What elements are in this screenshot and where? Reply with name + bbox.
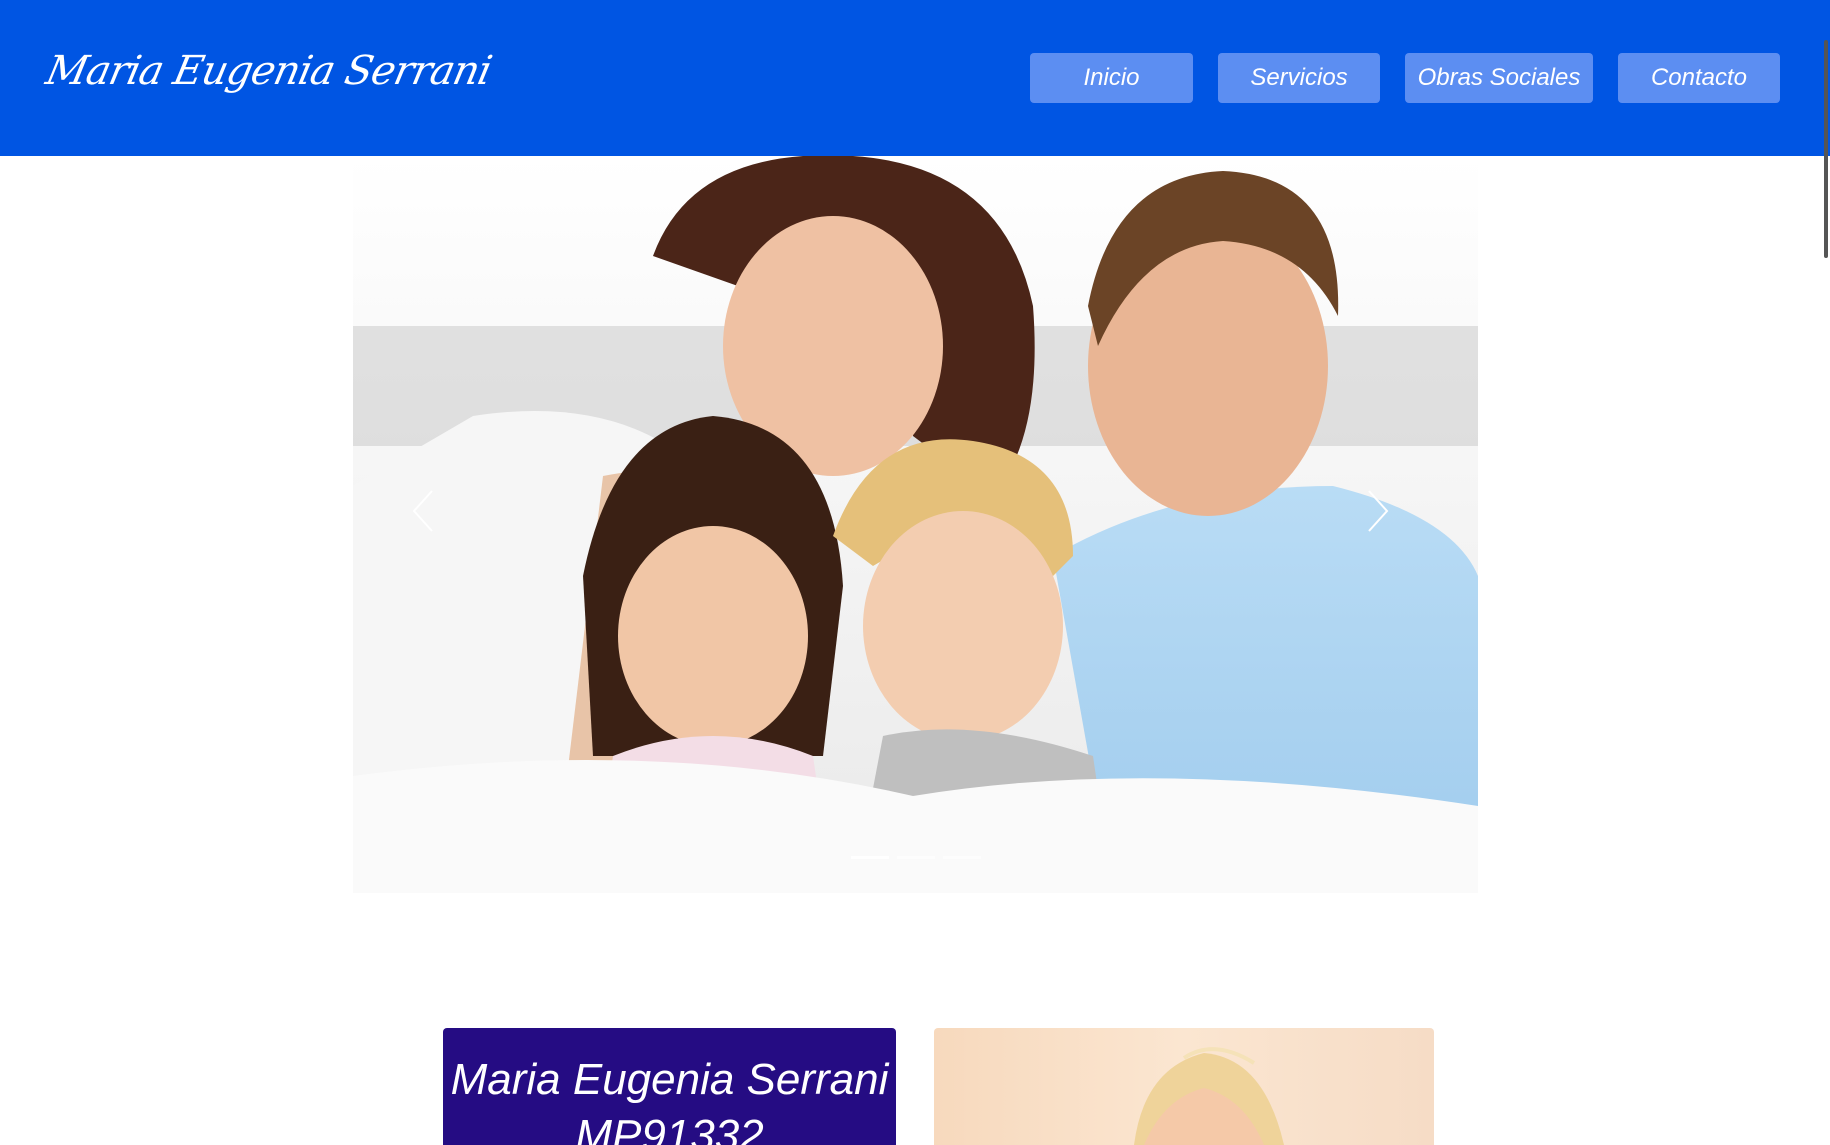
nav-contacto-button[interactable]: Contacto xyxy=(1618,53,1780,103)
profile-name-card: Maria Eugenia Serrani MP91332 xyxy=(443,1028,896,1145)
carousel-indicators xyxy=(353,856,1478,862)
page-scrollbar[interactable] xyxy=(1820,0,1830,1145)
chevron-left-icon xyxy=(412,490,433,532)
chevron-right-icon xyxy=(1368,490,1389,532)
nav-inicio-button[interactable]: Inicio xyxy=(1030,53,1193,103)
family-photo xyxy=(353,156,1478,893)
carousel-prev-button[interactable] xyxy=(408,486,468,566)
scrollbar-thumb[interactable] xyxy=(1824,40,1828,258)
doctor-photo-image xyxy=(1134,1047,1284,1145)
doctor-photo xyxy=(934,1028,1434,1145)
profile-name: Maria Eugenia Serrani xyxy=(450,1055,889,1104)
carousel-next-button[interactable] xyxy=(1363,486,1423,566)
site-logo[interactable]: Maria Eugenia Serrani xyxy=(42,48,495,94)
carousel-indicator-3[interactable] xyxy=(942,856,981,859)
nav-obras-sociales-button[interactable]: Obras Sociales xyxy=(1405,53,1593,103)
profile-registration: MP91332 xyxy=(575,1111,764,1145)
carousel-indicator-1[interactable] xyxy=(850,856,889,859)
carousel-indicator-2[interactable] xyxy=(896,856,935,859)
site-header: Maria Eugenia Serrani Inicio Servicios O… xyxy=(0,0,1830,156)
hero-carousel xyxy=(353,156,1478,893)
nav-servicios-button[interactable]: Servicios xyxy=(1218,53,1380,103)
